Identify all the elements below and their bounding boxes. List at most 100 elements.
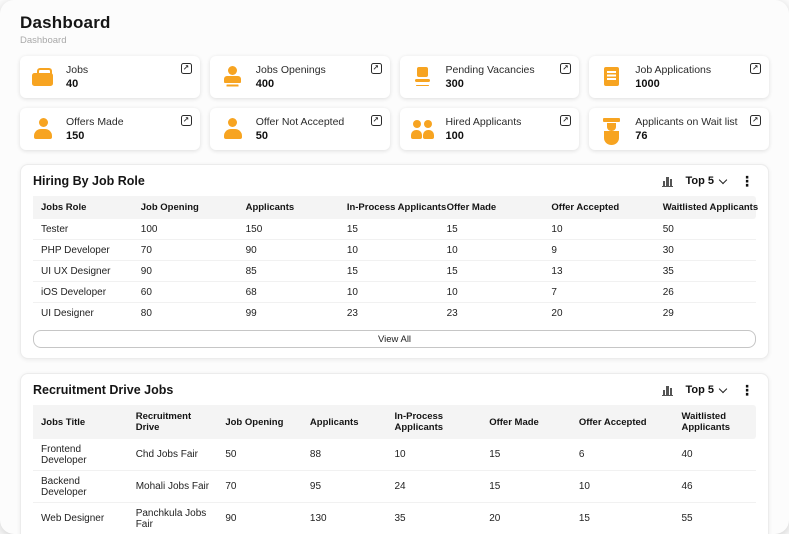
cell-offer-made: 15 [481, 471, 571, 503]
stat-label: Applicants on Wait list [635, 116, 737, 128]
cell-waitlisted: 40 [674, 439, 757, 471]
cell-offer-made: 15 [481, 439, 571, 471]
stat-card[interactable]: Hired Applicants 100 [400, 108, 580, 150]
stat-label: Jobs Openings [256, 64, 326, 76]
cell-jobs-role: UI Designer [33, 303, 133, 324]
expand-icon[interactable] [750, 115, 761, 126]
bar-chart-icon[interactable] [662, 385, 674, 396]
cell-job-opening: 90 [133, 261, 238, 282]
expand-icon[interactable] [181, 115, 192, 126]
stat-card-text: Jobs 40 [66, 64, 88, 90]
table-row: Web Designer Panchkula Jobs Fair 90 130 … [33, 503, 756, 534]
cell-jobs-role: PHP Developer [33, 240, 133, 261]
cell-in-process: 10 [339, 240, 439, 261]
stat-card[interactable]: Job Applications 1000 [589, 56, 769, 98]
documents-icon [599, 65, 625, 89]
cell-offer-made: 15 [439, 219, 544, 240]
column-header: Waitlisted Applicants [674, 405, 757, 439]
column-header: Recruitment Drive [128, 405, 218, 439]
stat-label: Offer Not Accepted [256, 116, 345, 128]
cell-jobs-title: Backend Developer [33, 471, 128, 503]
stat-card[interactable]: Jobs Openings 400 [210, 56, 390, 98]
cell-recruitment-drive: Panchkula Jobs Fair [128, 503, 218, 534]
cell-in-process: 15 [339, 219, 439, 240]
stat-card-text: Job Applications 1000 [635, 64, 711, 90]
table-row: Backend Developer Mohali Jobs Fair 70 95… [33, 471, 756, 503]
top5-dropdown[interactable]: Top 5 [685, 175, 726, 187]
table-header-row: Jobs TitleRecruitment DriveJob OpeningAp… [33, 405, 756, 439]
top5-label: Top 5 [685, 175, 714, 187]
cell-offer-accepted: 7 [543, 282, 654, 303]
cell-offer-accepted: 20 [543, 303, 654, 324]
stat-value: 50 [256, 130, 345, 142]
column-header: Job Opening [133, 196, 238, 219]
cell-offer-accepted: 13 [543, 261, 654, 282]
kebab-menu-icon[interactable]: ⋮ [738, 174, 756, 188]
chevron-down-icon [719, 175, 727, 183]
dashboard-screen: Dashboard Dashboard Jobs 40 Jobs Opening… [0, 0, 789, 534]
cell-jobs-role: iOS Developer [33, 282, 133, 303]
stat-value: 300 [446, 78, 535, 90]
cell-job-opening: 50 [217, 439, 302, 471]
cell-jobs-role: UI UX Designer [33, 261, 133, 282]
column-header: Jobs Role [33, 196, 133, 219]
page-title: Dashboard [20, 13, 769, 33]
column-header: In-Process Applicants [339, 196, 439, 219]
cell-offer-made: 10 [439, 240, 544, 261]
cell-applicants: 99 [238, 303, 339, 324]
kebab-menu-icon[interactable]: ⋮ [738, 383, 756, 397]
briefcase-icon [30, 65, 56, 89]
vacant-chair-icon [410, 65, 436, 89]
view-all-button[interactable]: View All [33, 330, 756, 348]
cell-recruitment-drive: Chd Jobs Fair [128, 439, 218, 471]
stat-card[interactable]: Offers Made 150 [20, 108, 200, 150]
chevron-down-icon [719, 384, 727, 392]
stat-label: Pending Vacancies [446, 64, 535, 76]
expand-icon[interactable] [560, 63, 571, 74]
cell-in-process: 10 [387, 439, 482, 471]
stat-label: Jobs [66, 64, 88, 76]
cell-offer-made: 23 [439, 303, 544, 324]
top5-dropdown[interactable]: Top 5 [685, 384, 726, 396]
cell-offer-made: 15 [439, 261, 544, 282]
stat-card-text: Offers Made 150 [66, 116, 124, 142]
stat-card[interactable]: Jobs 40 [20, 56, 200, 98]
stat-card[interactable]: Offer Not Accepted 50 [210, 108, 390, 150]
stat-value: 76 [635, 130, 737, 142]
expand-icon[interactable] [181, 63, 192, 74]
bar-chart-icon[interactable] [662, 176, 674, 187]
cell-applicants: 85 [238, 261, 339, 282]
cell-job-opening: 70 [133, 240, 238, 261]
cell-jobs-role: Tester [33, 219, 133, 240]
cell-waitlisted: 50 [655, 219, 756, 240]
stat-label: Job Applications [635, 64, 711, 76]
stat-value: 400 [256, 78, 326, 90]
office-chair-icon [220, 65, 246, 89]
cell-in-process: 23 [339, 303, 439, 324]
stat-card-text: Jobs Openings 400 [256, 64, 326, 90]
table-row: Frontend Developer Chd Jobs Fair 50 88 1… [33, 439, 756, 471]
stat-label: Hired Applicants [446, 116, 522, 128]
panel-actions: Top 5 ⋮ [662, 383, 756, 397]
table-row: iOS Developer 60 68 10 10 7 26 [33, 282, 756, 303]
expand-icon[interactable] [371, 115, 382, 126]
expand-icon[interactable] [750, 63, 761, 74]
cell-in-process: 10 [339, 282, 439, 303]
cell-offer-accepted: 15 [571, 503, 674, 534]
cell-job-opening: 100 [133, 219, 238, 240]
stat-card[interactable]: Pending Vacancies 300 [400, 56, 580, 98]
expand-icon[interactable] [371, 63, 382, 74]
stat-value: 1000 [635, 78, 711, 90]
page-header: Dashboard Dashboard [20, 13, 769, 46]
graduate-icon [599, 117, 625, 141]
cell-job-opening: 90 [217, 503, 302, 534]
stat-card-text: Pending Vacancies 300 [446, 64, 535, 90]
panel-actions: Top 5 ⋮ [662, 174, 756, 188]
table-row: Tester 100 150 15 15 10 50 [33, 219, 756, 240]
cell-applicants: 150 [238, 219, 339, 240]
cell-in-process: 35 [387, 503, 482, 534]
expand-icon[interactable] [560, 115, 571, 126]
column-header: Jobs Title [33, 405, 128, 439]
stat-card[interactable]: Applicants on Wait list 76 [589, 108, 769, 150]
stat-label: Offers Made [66, 116, 124, 128]
